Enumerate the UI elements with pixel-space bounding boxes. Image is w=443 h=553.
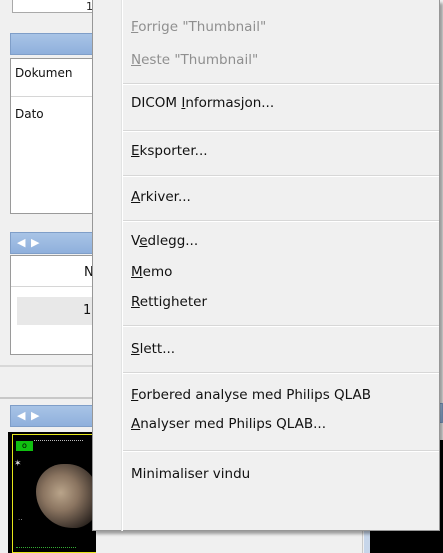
menu-item-attachments[interactable]: Vedlegg... (131, 230, 198, 252)
row-value: 1 (83, 303, 92, 318)
menu-item-permissions[interactable]: Rettigheter (131, 291, 207, 313)
document-label: Dokumen (15, 66, 73, 80)
menu-item-minimize-window[interactable]: Minimaliser vindu (131, 463, 250, 485)
nav-bar-series: ◀ ▶ (10, 232, 98, 254)
divider (0, 397, 96, 399)
menu-separator (123, 372, 439, 374)
menu-separator (123, 220, 439, 222)
table-row[interactable]: 1 (17, 297, 95, 325)
nav-bar-thumbnails: ◀ ▶ (10, 405, 98, 427)
divider (0, 365, 96, 367)
menu-item-memo[interactable]: Memo (131, 261, 172, 283)
thumbnail-badge: o (15, 440, 34, 452)
grid-line (11, 96, 95, 97)
menu-separator (123, 325, 439, 327)
menu-item-next-thumbnail[interactable]: Neste "Thumbnail" (131, 49, 258, 71)
menu-separator (123, 450, 439, 452)
date-label: Dato (15, 107, 44, 121)
menu-item-analyze-qlab[interactable]: Analyser med Philips QLAB... (131, 413, 326, 435)
menu-item-prepare-qlab-analysis[interactable]: Forbered analyse med Philips QLAB (131, 384, 371, 406)
menu-separator (123, 175, 439, 177)
series-list: N 1 (10, 255, 96, 355)
menu-item-previous-thumbnail[interactable]: Forrige "Thumbnail" (131, 16, 266, 38)
menu-item-delete[interactable]: Slett... (131, 338, 175, 360)
menu-separator (123, 130, 439, 132)
top-field[interactable]: 1 (12, 0, 96, 13)
context-menu: Forrige "Thumbnail" Neste "Thumbnail" DI… (92, 0, 440, 531)
section-header-documents (10, 33, 98, 55)
series-list-header[interactable]: N (11, 256, 95, 287)
menu-item-archive[interactable]: Arkiver... (131, 186, 191, 208)
menu-item-export[interactable]: Eksporter... (131, 140, 208, 162)
nav-arrows-icon[interactable]: ◀ ▶ (17, 409, 40, 422)
menu-separator (123, 83, 439, 85)
document-details-box: Dokumen Dato (10, 58, 96, 214)
nav-arrows-icon[interactable]: ◀ ▶ (17, 236, 40, 249)
menu-item-dicom-information[interactable]: DICOM Informasjon... (131, 92, 274, 114)
